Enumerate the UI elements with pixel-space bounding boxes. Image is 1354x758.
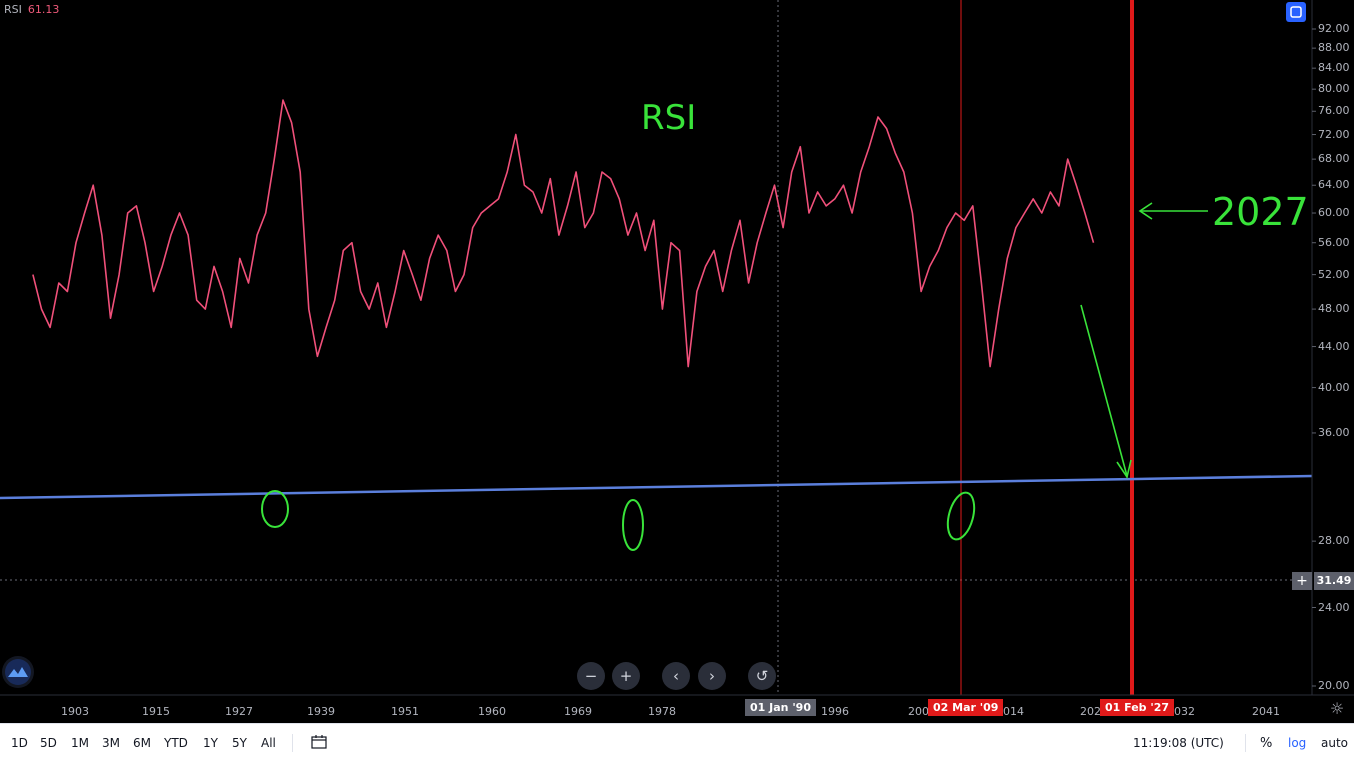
scroll-right-button[interactable]: › [698, 662, 726, 690]
projection-arrow [1080, 304, 1128, 477]
timeframe-5y[interactable]: 5Y [232, 736, 247, 750]
utc-clock[interactable]: 11:19:08 (UTC) [1133, 736, 1224, 750]
support-trendline[interactable] [0, 474, 1313, 500]
legend-name: RSI [4, 3, 22, 16]
zoom-out-button[interactable]: − [577, 662, 605, 690]
y-tick: 92.00 [1318, 22, 1350, 35]
y-tick: 60.00 [1318, 206, 1350, 220]
timeframe-1m[interactable]: 1M [71, 736, 89, 750]
toolbar-divider [292, 734, 293, 752]
y-tick: 24.00 [1318, 600, 1350, 614]
x-tick: 200 [908, 705, 929, 718]
timeframe-ytd[interactable]: YTD [164, 736, 188, 750]
timeframe-6m[interactable]: 6M [133, 736, 151, 750]
percent-scale-toggle[interactable]: % [1260, 736, 1272, 751]
low-circle-1974 [622, 499, 644, 551]
timeframe-1d[interactable]: 1D [11, 736, 28, 750]
y-tick: 28.00 [1318, 534, 1350, 548]
timeframe-5d[interactable]: 5D [40, 736, 57, 750]
chevron-right-icon: › [709, 667, 715, 685]
timeframe-3m[interactable]: 3M [102, 736, 120, 750]
y-tick: 68.00 [1318, 152, 1350, 166]
tradingview-logo-icon[interactable] [2, 656, 34, 688]
y-tick: 72.00 [1318, 127, 1350, 141]
annotation-rsi-title: RSI [641, 98, 697, 138]
crosshair-date-label: 01 Jan '90 [745, 699, 816, 716]
y-tick: 84.00 [1318, 61, 1350, 75]
x-tick: 1951 [391, 705, 419, 718]
bottom-toolbar: 1D 5D 1M 3M 6M YTD 1Y 5Y All 11:19:08 (U… [0, 723, 1354, 758]
x-tick: 1996 [821, 705, 849, 718]
x-tick: 1960 [478, 705, 506, 718]
chevron-left-icon: ‹ [673, 667, 679, 685]
timeframe-all[interactable]: All [261, 736, 276, 750]
x-tick: 2041 [1252, 705, 1280, 718]
low-circle-1932 [261, 490, 289, 528]
y-tick: 80.00 [1318, 82, 1350, 96]
x-tick: 1939 [307, 705, 335, 718]
timeframe-1y[interactable]: 1Y [203, 736, 218, 750]
scroll-left-button[interactable]: ‹ [662, 662, 690, 690]
feb27-date-label: 01 Feb '27 [1100, 699, 1175, 716]
plus-icon: + [619, 667, 633, 685]
crosshair-price-label: 31.49 [1314, 572, 1354, 590]
x-tick: 1903 [61, 705, 89, 718]
y-tick: 36.00 [1318, 425, 1350, 439]
reset-icon: ↺ [755, 667, 769, 685]
x-tick: 202 [1080, 705, 1101, 718]
y-tick: 64.00 [1318, 178, 1350, 192]
maximize-pane-button[interactable] [1286, 2, 1306, 22]
y-tick: 20.00 [1318, 679, 1350, 692]
y-tick: 48.00 [1318, 302, 1350, 316]
zoom-in-button[interactable]: + [612, 662, 640, 690]
toolbar-divider [1245, 734, 1246, 752]
add-alert-plus-icon[interactable]: + [1292, 572, 1312, 590]
x-tick: 1978 [648, 705, 676, 718]
square-icon [1290, 6, 1302, 18]
minus-icon: − [584, 667, 598, 685]
y-tick: 44.00 [1318, 339, 1350, 353]
reset-chart-button[interactable]: ↺ [748, 662, 776, 690]
rsi-line [32, 99, 1095, 368]
auto-scale-toggle[interactable]: auto [1321, 736, 1348, 750]
x-tick: 1915 [142, 705, 170, 718]
calendar-range-icon[interactable] [311, 735, 327, 749]
annotation-2027: 2027 [1212, 190, 1309, 234]
march09-date-label: 02 Mar '09 [928, 699, 1004, 716]
legend-value: 61.13 [27, 3, 60, 16]
y-tick: 88.00 [1318, 41, 1350, 55]
log-scale-toggle[interactable]: log [1288, 736, 1306, 750]
y-tick: 56.00 [1318, 235, 1350, 249]
y-tick: 40.00 [1318, 380, 1350, 394]
y-tick: 76.00 [1318, 104, 1350, 118]
x-tick: 1969 [564, 705, 592, 718]
settings-gear-icon[interactable]: ☼ [1328, 700, 1346, 718]
x-tick: 1927 [225, 705, 253, 718]
y-tick: 52.00 [1318, 267, 1350, 281]
indicator-legend[interactable]: RSI 61.13 [4, 3, 59, 16]
